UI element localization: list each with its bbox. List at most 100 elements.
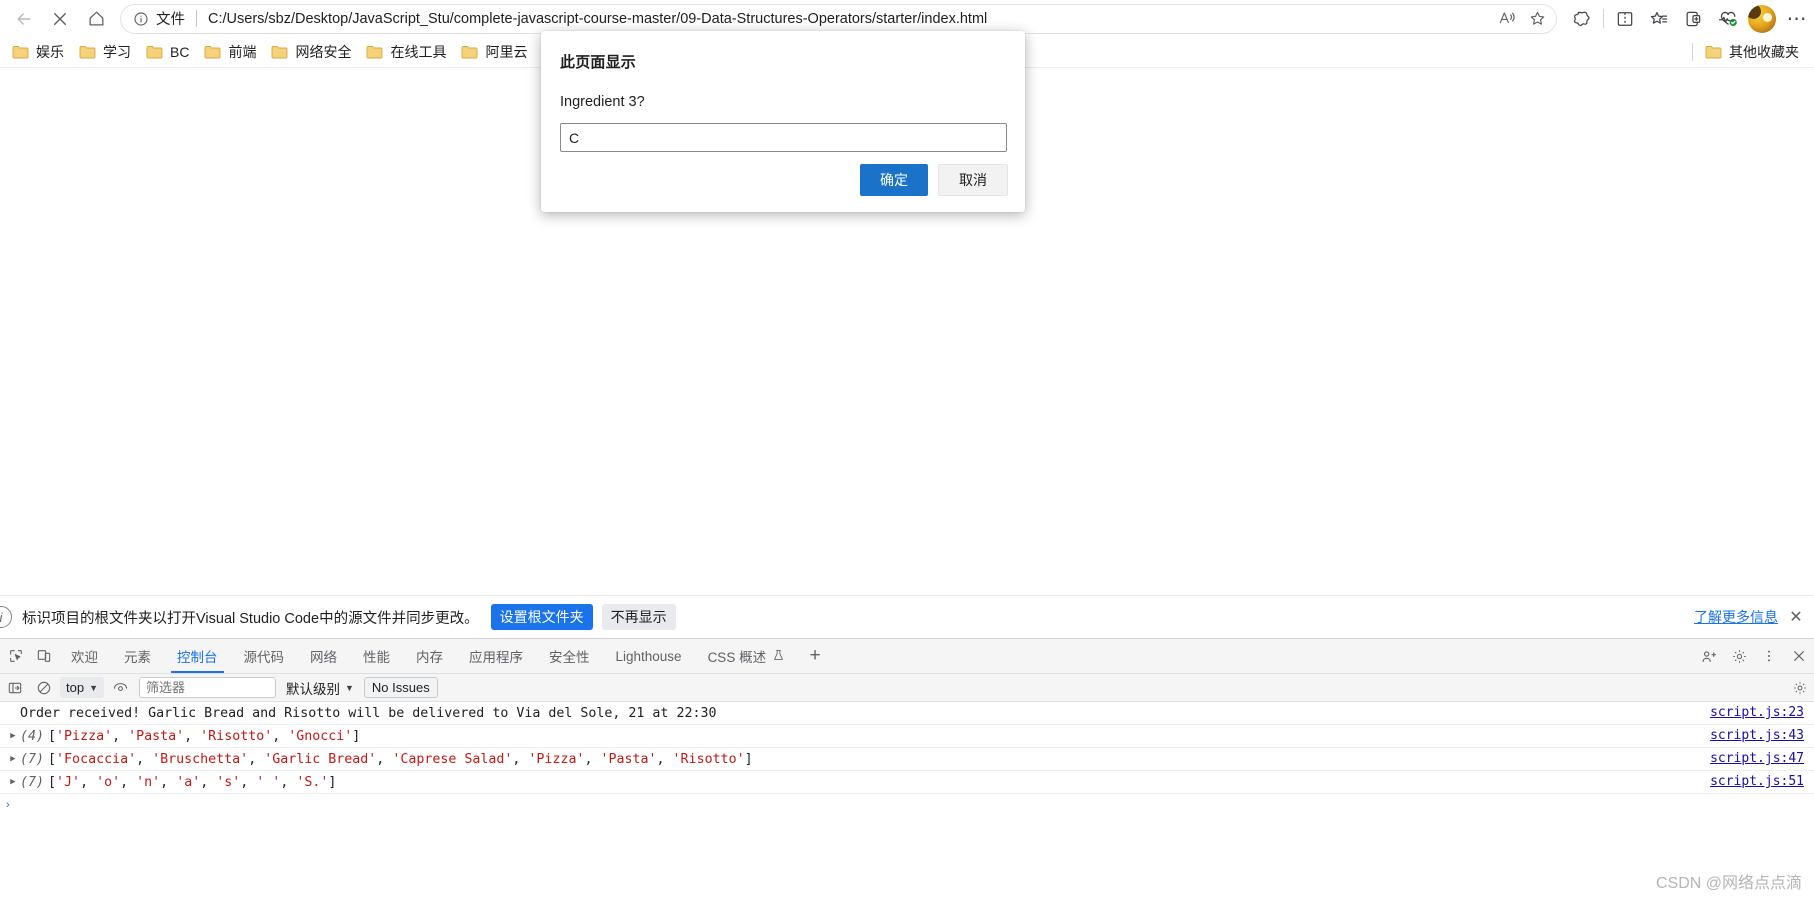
close-icon[interactable] <box>1784 639 1814 673</box>
devtools-tab-console[interactable]: 控制台 <box>164 639 231 673</box>
devtools-panel: 欢迎 元素 控制台 源代码 网络 性能 内存 应用程序 安全性 Lighthou… <box>0 638 1814 899</box>
devtools-share-icon[interactable] <box>1694 639 1724 673</box>
infobar-message: 标识项目的根文件夹以打开Visual Studio Code中的源文件并同步更改… <box>22 610 479 627</box>
url-scheme-label: 文件 <box>156 12 185 28</box>
clear-console-icon[interactable] <box>29 675 58 701</box>
tab-label: 网络 <box>310 650 337 665</box>
stop-close-icon[interactable] <box>42 4 78 34</box>
log-source-link[interactable]: script.js:47 <box>1710 751 1804 766</box>
tab-label: Lighthouse <box>615 648 682 664</box>
learn-more-link[interactable]: 了解更多信息 <box>1694 607 1778 627</box>
log-source-link[interactable]: script.js:23 <box>1710 705 1804 720</box>
bookmark-label: BC <box>170 44 190 60</box>
console-sidebar-icon[interactable] <box>0 675 29 701</box>
omnibox-divider <box>196 10 197 27</box>
devtools-tab-network[interactable]: 网络 <box>297 639 350 673</box>
expand-arrow-icon[interactable]: ▶ <box>6 731 20 741</box>
plus-icon[interactable]: + <box>798 639 832 673</box>
expand-arrow-icon[interactable]: ▶ <box>6 754 20 764</box>
collections-icon[interactable] <box>1642 4 1676 34</box>
bookmark-other-favorites[interactable]: 其他收藏夹 <box>1699 39 1808 65</box>
folder-icon <box>461 45 478 59</box>
folder-icon <box>12 45 29 59</box>
dialog-message: Ingredient 3? <box>560 94 645 110</box>
star-outline-icon[interactable] <box>1522 6 1552 32</box>
devtools-tab-memory[interactable]: 内存 <box>403 639 456 673</box>
add-page-icon[interactable] <box>1676 4 1710 34</box>
info-circle-icon[interactable] <box>133 11 149 27</box>
bookmark-label: 阿里云 <box>485 44 528 60</box>
log-message: Order received! Garlic Bread and Risotto… <box>20 705 717 721</box>
array-count: (7) <box>20 774 45 790</box>
devtools-tab-security[interactable]: 安全性 <box>536 639 603 673</box>
read-aloud-icon[interactable] <box>1492 6 1522 32</box>
console-context-selector[interactable]: top ▼ <box>60 677 104 698</box>
close-icon[interactable]: ✕ <box>1788 607 1804 627</box>
split-screen-icon[interactable] <box>1608 4 1642 34</box>
devtools-tab-css-overview[interactable]: CSS 概述 <box>695 639 799 673</box>
address-bar[interactable]: 文件 C:/Users/sbz/Desktop/JavaScript_Stu/c… <box>120 3 1557 34</box>
dialog-prompt-input[interactable] <box>560 123 1007 152</box>
console-log-row[interactable]: Order received! Garlic Bread and Risotto… <box>0 702 1814 725</box>
info-circle-icon: i <box>0 606 12 628</box>
devtools-tab-sources[interactable]: 源代码 <box>231 639 298 673</box>
array-preview: ['Pizza', 'Pasta', 'Risotto', 'Gnocci'] <box>48 728 361 744</box>
tab-label: CSS 概述 <box>707 650 767 665</box>
prompt-caret-icon: › <box>6 799 10 811</box>
dialog-confirm-button[interactable]: 确定 <box>860 164 928 196</box>
bookmark-item-2[interactable]: BC <box>140 41 198 63</box>
folder-icon <box>146 45 163 59</box>
chevron-down-icon: ▼ <box>89 682 98 693</box>
more-vertical-icon[interactable] <box>1754 639 1784 673</box>
devtools-tab-elements[interactable]: 元素 <box>111 639 164 673</box>
dialog-cancel-button[interactable]: 取消 <box>938 164 1008 196</box>
settings-gear-icon[interactable] <box>1785 675 1814 701</box>
bookmark-item-3[interactable]: 前端 <box>198 39 265 65</box>
dont-show-again-button[interactable]: 不再显示 <box>601 604 676 630</box>
issues-badge[interactable]: No Issues <box>363 677 438 698</box>
devtools-tab-application[interactable]: 应用程序 <box>456 639 536 673</box>
tab-label: 欢迎 <box>71 650 98 665</box>
log-source-link[interactable]: script.js:51 <box>1710 774 1804 789</box>
bookmark-item-4[interactable]: 网络安全 <box>265 39 360 65</box>
set-root-folder-button[interactable]: 设置根文件夹 <box>490 604 593 630</box>
context-value: top <box>66 680 85 695</box>
browser-essentials-icon[interactable] <box>1565 4 1599 34</box>
console-level-selector[interactable]: 默认级别 ▼ <box>286 678 354 698</box>
console-log-row[interactable]: ▶ (7) ['Focaccia', 'Bruschetta', 'Garlic… <box>0 748 1814 771</box>
devtools-workspace-infobar: i 标识项目的根文件夹以打开Visual Studio Code中的源文件并同步… <box>0 595 1814 638</box>
performance-heart-icon[interactable] <box>1710 4 1744 34</box>
tab-label: 元素 <box>124 650 151 665</box>
back-arrow-icon[interactable] <box>6 4 42 34</box>
bookmark-item-0[interactable]: 娱乐 <box>6 39 73 65</box>
inspect-element-icon[interactable] <box>2 639 30 673</box>
dialog-title: 此页面显示 <box>560 54 637 71</box>
bookmark-label: 学习 <box>103 44 131 60</box>
bookmark-item-5[interactable]: 在线工具 <box>360 39 455 65</box>
bookmark-label: 前端 <box>228 44 257 60</box>
bookmark-item-1[interactable]: 学习 <box>73 39 140 65</box>
profile-avatar[interactable] <box>1748 4 1776 33</box>
live-expression-icon[interactable] <box>106 675 135 701</box>
dialog-button-row: 确定 取消 <box>860 164 1008 196</box>
settings-gear-icon[interactable] <box>1724 639 1754 673</box>
folder-icon <box>79 45 96 59</box>
console-log-row[interactable]: ▶ (4) ['Pizza', 'Pasta', 'Risotto', 'Gno… <box>0 725 1814 748</box>
devtools-tab-performance[interactable]: 性能 <box>350 639 403 673</box>
more-options-icon[interactable]: ⋯ <box>1780 4 1814 34</box>
console-filter-input[interactable] <box>139 677 276 698</box>
flask-icon <box>772 648 785 665</box>
toolbar-divider <box>1603 9 1604 28</box>
devtools-tab-lighthouse[interactable]: Lighthouse <box>603 639 695 673</box>
folder-icon <box>366 45 383 59</box>
expand-arrow-icon[interactable]: ▶ <box>6 777 20 787</box>
console-log-row[interactable]: ▶ (7) ['J', 'o', 'n', 'a', 's', ' ', 'S.… <box>0 771 1814 794</box>
bookmark-item-6[interactable]: 阿里云 <box>455 39 536 65</box>
log-source-link[interactable]: script.js:43 <box>1710 728 1804 743</box>
devtools-tab-welcome[interactable]: 欢迎 <box>58 639 111 673</box>
console-output: Order received! Garlic Bread and Risotto… <box>0 702 1814 899</box>
device-toolbar-icon[interactable] <box>30 639 58 673</box>
home-icon[interactable] <box>78 4 114 34</box>
console-input-prompt[interactable]: › <box>0 794 1814 816</box>
url-text[interactable]: C:/Users/sbz/Desktop/JavaScript_Stu/comp… <box>208 11 1492 27</box>
